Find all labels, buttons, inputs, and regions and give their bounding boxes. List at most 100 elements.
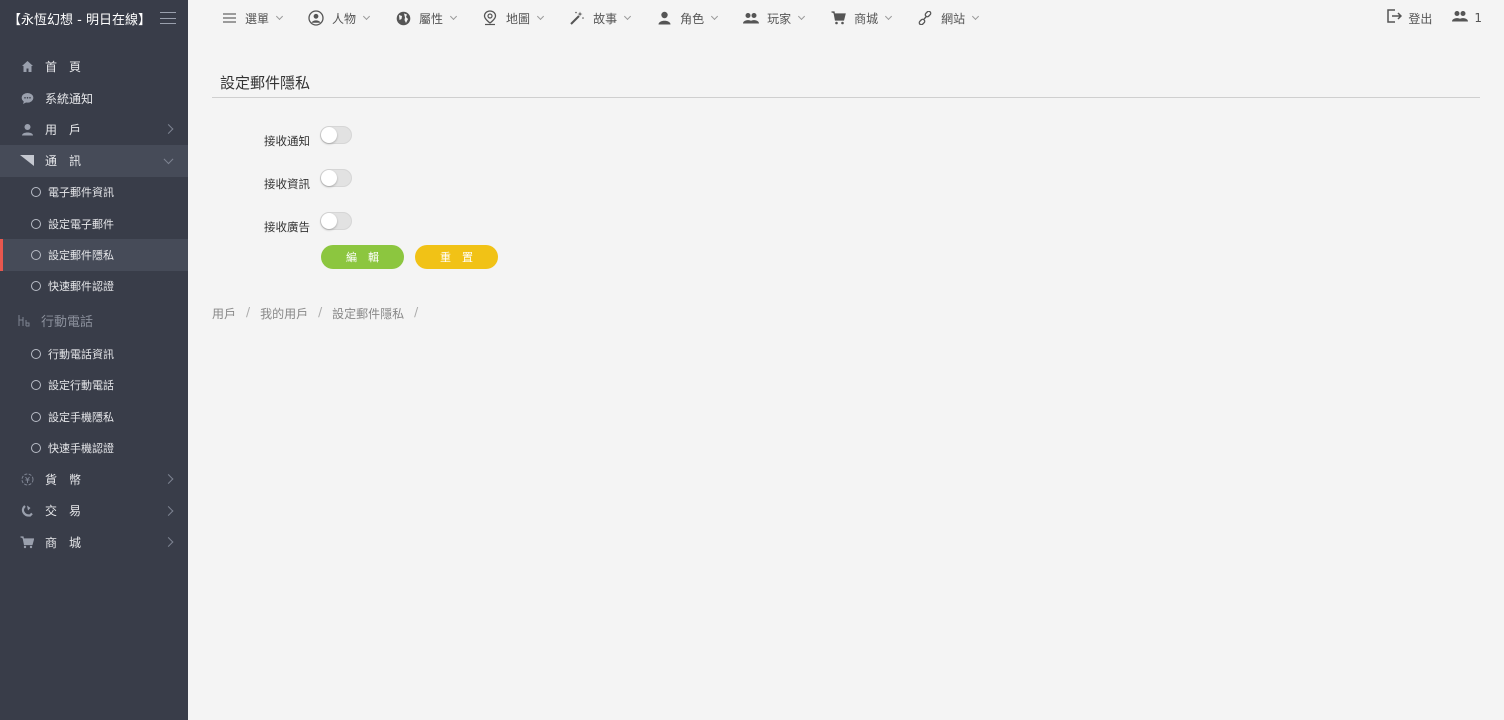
exchange-icon bbox=[20, 504, 34, 518]
chevron-right-icon bbox=[163, 124, 174, 135]
sidebar-sub-email-privacy[interactable]: 設定郵件隱私 bbox=[0, 239, 188, 272]
topnav-role[interactable]: 角色 bbox=[656, 10, 719, 27]
form-row: 接收通知 bbox=[212, 116, 1480, 159]
breadcrumb-separator: / bbox=[246, 305, 251, 319]
breadcrumb-item[interactable]: 設定郵件隱私 bbox=[332, 305, 404, 322]
cart-icon bbox=[20, 535, 34, 549]
topnav-website[interactable]: 網站 bbox=[917, 10, 980, 27]
sidebar-item-home[interactable]: 首 頁 bbox=[0, 51, 188, 82]
sidebar-sub-label: 設定郵件隱私 bbox=[48, 249, 114, 263]
sidebar-sub-set-email[interactable]: 設定電子郵件 bbox=[0, 208, 188, 239]
sidebar-sub-mobile-verify[interactable]: 快速手機認證 bbox=[0, 432, 188, 463]
chevron-right-icon bbox=[163, 474, 174, 485]
chevron-down-icon bbox=[163, 154, 174, 165]
sidebar-item-communication[interactable]: 通 訊 bbox=[0, 145, 188, 177]
sidebar-group-mobile[interactable]: 行動電話 bbox=[0, 302, 188, 338]
sidebar-sub-label: 設定手機隱私 bbox=[48, 410, 114, 424]
app-brand: 【永恆幻想 - 明日在線】 bbox=[0, 0, 188, 36]
globe-icon bbox=[395, 10, 411, 26]
privacy-form: 接收通知 接收資訊 接收廣告 編輯 重置 bbox=[212, 116, 1480, 271]
receive-notice-label: 接收通知 bbox=[264, 133, 310, 148]
user-circle-icon bbox=[308, 10, 324, 26]
sidebar-item-label: 首 頁 bbox=[45, 60, 82, 75]
sidebar-item-label: 用 戶 bbox=[45, 122, 82, 137]
chevron-down-icon bbox=[798, 12, 806, 21]
sidebar-item-users[interactable]: 用 戶 bbox=[0, 114, 188, 145]
receive-notice-toggle[interactable] bbox=[320, 125, 352, 144]
circle-icon bbox=[31, 187, 41, 198]
user-icon bbox=[20, 122, 34, 136]
circle-icon bbox=[31, 380, 41, 391]
breadcrumb: 用戶 / 我的用戶 / 設定郵件隱私 / bbox=[212, 305, 1480, 322]
reset-button[interactable]: 重置 bbox=[415, 245, 498, 269]
sidebar-sub-label: 設定電子郵件 bbox=[48, 217, 114, 231]
sidebar-sub-mobile-privacy[interactable]: 設定手機隱私 bbox=[0, 401, 188, 432]
receive-info-toggle[interactable] bbox=[320, 168, 352, 187]
chevron-down-icon bbox=[624, 12, 632, 21]
sidebar-item-system-notice[interactable]: 系統通知 bbox=[0, 82, 188, 113]
currency-icon bbox=[20, 472, 34, 486]
topnav-store[interactable]: 商城 bbox=[830, 10, 893, 27]
topnav-players[interactable]: 玩家 bbox=[743, 10, 806, 27]
topnav-label: 商城 bbox=[854, 11, 879, 26]
circle-icon bbox=[31, 250, 41, 261]
magic-wand-icon bbox=[569, 10, 585, 26]
topnav-map[interactable]: 地圖 bbox=[482, 10, 545, 27]
breadcrumb-item[interactable]: 用戶 bbox=[212, 305, 236, 322]
logout-button[interactable]: 登出 bbox=[1387, 9, 1432, 27]
circle-icon bbox=[31, 348, 41, 359]
sidebar-sub-label: 快速手機認證 bbox=[48, 441, 114, 455]
sidebar-group-label: 行動電話 bbox=[41, 314, 94, 330]
map-pin-icon bbox=[482, 10, 498, 26]
form-buttons: 編輯 重置 bbox=[321, 245, 1480, 271]
sidebar-item-label: 系統通知 bbox=[45, 91, 94, 106]
circle-icon bbox=[31, 218, 41, 229]
cart-icon bbox=[830, 10, 846, 26]
chevron-right-icon bbox=[163, 505, 174, 516]
topnav-menu[interactable]: 選單 bbox=[221, 10, 284, 27]
list-icon bbox=[221, 10, 237, 26]
topnav-character[interactable]: 人物 bbox=[308, 10, 371, 27]
chevron-down-icon bbox=[711, 12, 719, 21]
sidebar-sub-set-mobile[interactable]: 設定行動電話 bbox=[0, 370, 188, 401]
chevron-down-icon bbox=[275, 12, 284, 21]
user-icon bbox=[656, 10, 672, 26]
breadcrumb-item[interactable]: 我的用戶 bbox=[260, 305, 308, 322]
users-icon bbox=[743, 10, 760, 26]
sidebar-sub-email-info[interactable]: 電子郵件資訊 bbox=[0, 177, 188, 208]
topnav-label: 屬性 bbox=[419, 11, 444, 26]
user-count: 1 bbox=[1474, 11, 1482, 25]
receive-ads-toggle[interactable] bbox=[320, 211, 352, 230]
chevron-down-icon bbox=[972, 12, 980, 21]
topnav-attributes[interactable]: 屬性 bbox=[395, 10, 458, 27]
circle-icon bbox=[31, 411, 41, 422]
users-icon bbox=[1452, 10, 1469, 27]
sidebar-item-currency[interactable]: 貨 幣 bbox=[0, 464, 188, 495]
topnav-label: 玩家 bbox=[767, 11, 792, 26]
sidebar-sub-mobile-info[interactable]: 行動電話資訊 bbox=[0, 338, 188, 369]
sidebar-item-store[interactable]: 商 城 bbox=[0, 526, 188, 557]
online-users-button[interactable]: 1 bbox=[1452, 10, 1482, 27]
edit-button[interactable]: 編輯 bbox=[321, 245, 404, 269]
sidebar-sub-email-verify[interactable]: 快速郵件認證 bbox=[0, 271, 188, 302]
sidebar-sub-label: 設定行動電話 bbox=[48, 379, 114, 393]
sidebar: 【永恆幻想 - 明日在線】 首 頁 系統通知 用 戶 通 訊 電子郵件資訊 設定… bbox=[0, 0, 188, 720]
breadcrumb-separator: / bbox=[414, 305, 419, 319]
topnav-label: 故事 bbox=[593, 11, 618, 26]
form-row: 接收資訊 bbox=[212, 159, 1480, 202]
menu-toggle-icon[interactable] bbox=[160, 12, 176, 24]
topnav-story[interactable]: 故事 bbox=[569, 10, 632, 27]
chevron-right-icon bbox=[163, 537, 174, 548]
breadcrumb-separator: / bbox=[318, 305, 323, 319]
chevron-down-icon bbox=[362, 12, 371, 21]
receive-ads-label: 接收廣告 bbox=[264, 219, 310, 234]
home-icon bbox=[20, 60, 34, 74]
sidebar-item-trade[interactable]: 交 易 bbox=[0, 495, 188, 526]
chat-icon bbox=[20, 91, 34, 105]
logout-label: 登出 bbox=[1408, 11, 1433, 26]
sidebar-item-label: 貨 幣 bbox=[45, 472, 82, 487]
circle-icon bbox=[31, 442, 41, 453]
sidebar-item-label: 交 易 bbox=[45, 504, 82, 519]
chevron-down-icon bbox=[885, 12, 893, 21]
sidebar-sub-label: 電子郵件資訊 bbox=[48, 186, 114, 200]
